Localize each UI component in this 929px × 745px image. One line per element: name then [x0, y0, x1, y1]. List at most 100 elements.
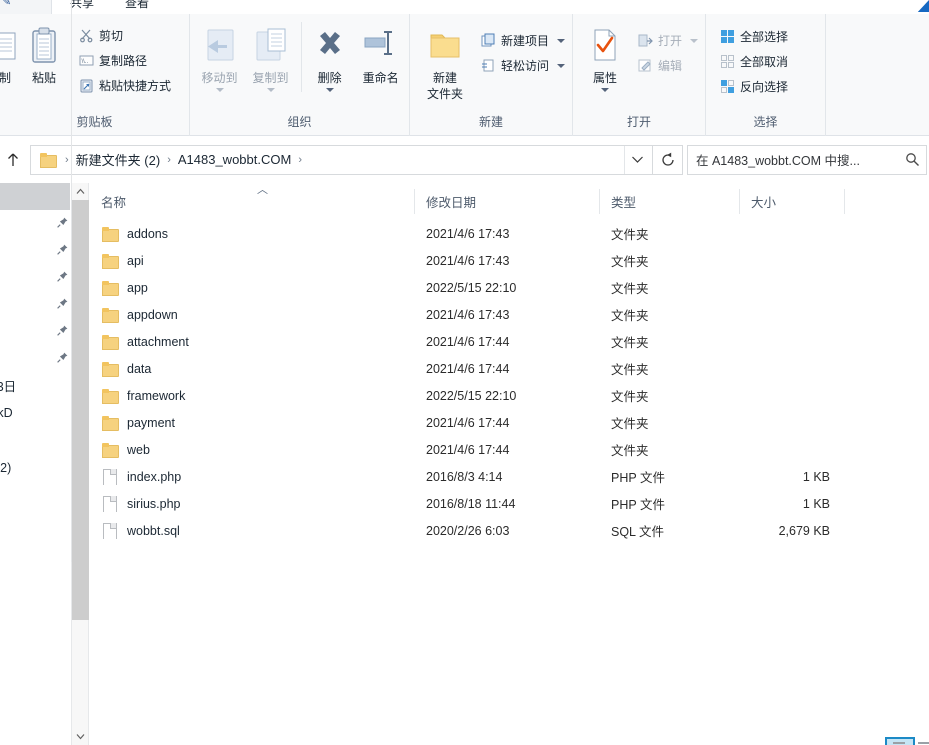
- properties-caret-icon[interactable]: [601, 88, 609, 92]
- breadcrumb-sep-1[interactable]: ›: [162, 154, 176, 166]
- column-header-extra[interactable]: [844, 183, 904, 220]
- select-none-button[interactable]: 全部取消: [715, 49, 792, 74]
- select-all-button[interactable]: 全部选择: [715, 24, 792, 49]
- delete-caret-icon[interactable]: [325, 88, 334, 92]
- table-row[interactable]: api 2021/4/6 17:43 文件夹: [89, 247, 929, 274]
- edit-button[interactable]: 编辑: [633, 53, 702, 78]
- pin-icon[interactable]: [54, 352, 70, 366]
- up-button[interactable]: [0, 145, 26, 175]
- tab-share[interactable]: 共享: [70, 0, 94, 11]
- table-row[interactable]: data 2021/4/6 17:44 文件夹: [89, 355, 929, 382]
- delete-button[interactable]: 删除: [307, 18, 352, 92]
- folder-icon: [101, 306, 119, 323]
- open-caret-icon[interactable]: [690, 38, 699, 43]
- folder-icon: [101, 252, 119, 269]
- column-header-date[interactable]: 修改日期: [414, 183, 599, 220]
- column-header-name-label: 名称: [101, 196, 127, 210]
- move-to-button[interactable]: 移动到: [194, 18, 245, 92]
- breadcrumb-sep-2[interactable]: ›: [293, 154, 307, 166]
- navpane-item[interactable]: BaiduNetdiskD: [0, 399, 70, 426]
- scroll-up-button[interactable]: [72, 183, 89, 200]
- properties-button[interactable]: 属性: [581, 18, 629, 92]
- table-row[interactable]: app 2022/5/15 22:10 文件夹: [89, 274, 929, 301]
- file-list-view[interactable]: 名称 ︿ 修改日期 类型 大小 addons 2021/4/6 17:43 文件夹 a…: [89, 183, 929, 745]
- file-name-label: payment: [127, 415, 175, 430]
- navpane-item-label: 快速访问: [0, 187, 54, 206]
- breadcrumb-folder-icon[interactable]: [39, 151, 57, 168]
- refresh-icon: [661, 152, 674, 166]
- table-row[interactable]: attachment 2021/4/6 17:44 文件夹: [89, 328, 929, 355]
- file-type-label: 文件夹: [611, 363, 649, 377]
- easy-access-button[interactable]: 轻松访问: [476, 53, 569, 78]
- ribbon-group-new: 新建 文件夹 新建项目 轻松访问 新建: [410, 14, 573, 136]
- navpane-item[interactable]: 广告: [0, 426, 70, 453]
- address-history-dropdown[interactable]: [624, 145, 650, 174]
- pin-icon[interactable]: [54, 271, 70, 285]
- search-icon[interactable]: [905, 152, 920, 167]
- breadcrumb-item-1[interactable]: A1483_wobbt.COM: [176, 152, 293, 167]
- scrollbar-thumb[interactable]: [72, 200, 89, 620]
- table-row[interactable]: framework 2022/5/15 22:10 文件夹: [89, 382, 929, 409]
- new-item-caret-icon[interactable]: [557, 38, 566, 43]
- file-name-label: index.php: [127, 469, 182, 484]
- invert-selection-button[interactable]: 反向选择: [715, 74, 792, 99]
- open-button[interactable]: 打开: [633, 28, 702, 53]
- file-menu-arrow-icon[interactable]: ✎: [2, 0, 11, 8]
- paste-button[interactable]: 粘贴: [16, 18, 72, 86]
- rename-button[interactable]: 重命名: [352, 18, 409, 86]
- breadcrumb-item-0[interactable]: 新建文件夹 (2): [74, 150, 163, 169]
- tab-view[interactable]: 查看: [125, 0, 149, 11]
- copy-path-button[interactable]: \\.. 复制路径: [74, 48, 175, 73]
- navpane-item[interactable]: 桌面: [0, 210, 70, 237]
- table-row[interactable]: index.php 2016/8/3 4:14 PHP 文件 1 KB: [89, 463, 929, 490]
- navpane-item[interactable]: 2022年5月13日: [0, 372, 70, 399]
- column-header-name[interactable]: 名称 ︿: [89, 183, 414, 220]
- scroll-down-button[interactable]: [72, 728, 89, 745]
- navpane-scrollbar[interactable]: [72, 183, 89, 745]
- file-size-label: 2,679 KB: [778, 523, 830, 538]
- cell-name: framework: [89, 387, 414, 404]
- navpane-item-label: 文档: [0, 268, 54, 287]
- pin-icon[interactable]: [54, 217, 70, 231]
- group-label-new: 新建: [478, 115, 503, 129]
- move-to-caret-icon[interactable]: [215, 88, 224, 92]
- address-box[interactable]: › 新建文件夹 (2) › A1483_wobbt.COM ›: [30, 144, 653, 175]
- column-header-size[interactable]: 大小: [739, 183, 844, 220]
- search-box[interactable]: 在 A1483_wobbt.COM 中搜...: [687, 144, 927, 175]
- column-header-type[interactable]: 类型: [599, 183, 739, 220]
- table-row[interactable]: web 2021/4/6 17:44 文件夹: [89, 436, 929, 463]
- pin-icon[interactable]: [54, 244, 70, 258]
- refresh-button[interactable]: [653, 144, 683, 175]
- cut-button[interactable]: 剪切: [74, 23, 175, 48]
- select-none-icon: [719, 54, 735, 70]
- new-folder-button[interactable]: 新建 文件夹: [418, 18, 472, 102]
- copy-to-button[interactable]: 复制到: [245, 18, 296, 92]
- table-row[interactable]: payment 2021/4/6 17:44 文件夹: [89, 409, 929, 436]
- table-row[interactable]: sirius.php 2016/8/18 11:44 PHP 文件 1 KB: [89, 490, 929, 517]
- copy-button[interactable]: 复制: [0, 18, 16, 86]
- paste-shortcut-label: 粘贴快捷方式: [99, 79, 172, 93]
- new-item-button[interactable]: 新建项目: [476, 28, 569, 53]
- navpane-item[interactable]: 鸡腿食堂: [0, 345, 70, 372]
- ribbon-group-organize: 移动到 复制到 删除 重命名 组织: [190, 14, 410, 136]
- navpane-item[interactable]: 下载: [0, 237, 70, 264]
- file-date-label: 2021/4/6 17:43: [426, 307, 510, 322]
- table-row[interactable]: appdown 2021/4/6 17:43 文件夹: [89, 301, 929, 328]
- table-row[interactable]: addons 2021/4/6 17:43 文件夹: [89, 220, 929, 247]
- paste-icon: [26, 24, 62, 70]
- navigation-pane[interactable]: 快速访问桌面下载文档 BrowserD 图片鸡腿食堂 2022年5月13日 BaiduN…: [0, 183, 72, 745]
- search-input[interactable]: 在 A1483_wobbt.COM 中搜...: [696, 150, 905, 169]
- invert-selection-label: 反向选择: [740, 80, 789, 94]
- paste-shortcut-button[interactable]: 粘贴快捷方式: [74, 73, 175, 98]
- navpane-item[interactable]: 图片: [0, 318, 70, 345]
- navpane-item[interactable]: 新建文件夹 (2): [0, 453, 70, 480]
- pin-icon[interactable]: [54, 298, 70, 312]
- navpane-item[interactable]: 文档: [0, 264, 70, 291]
- navpane-item[interactable]: BrowserD: [0, 291, 70, 318]
- easy-access-caret-icon[interactable]: [557, 63, 566, 68]
- pin-icon[interactable]: [54, 325, 70, 339]
- table-row[interactable]: wobbt.sql 2020/2/26 6:03 SQL 文件 2,679 KB: [89, 517, 929, 544]
- copy-to-caret-icon[interactable]: [266, 88, 275, 92]
- navpane-item[interactable]: 快速访问: [0, 183, 70, 210]
- navpane-item-label: BaiduNetdiskD: [0, 405, 13, 420]
